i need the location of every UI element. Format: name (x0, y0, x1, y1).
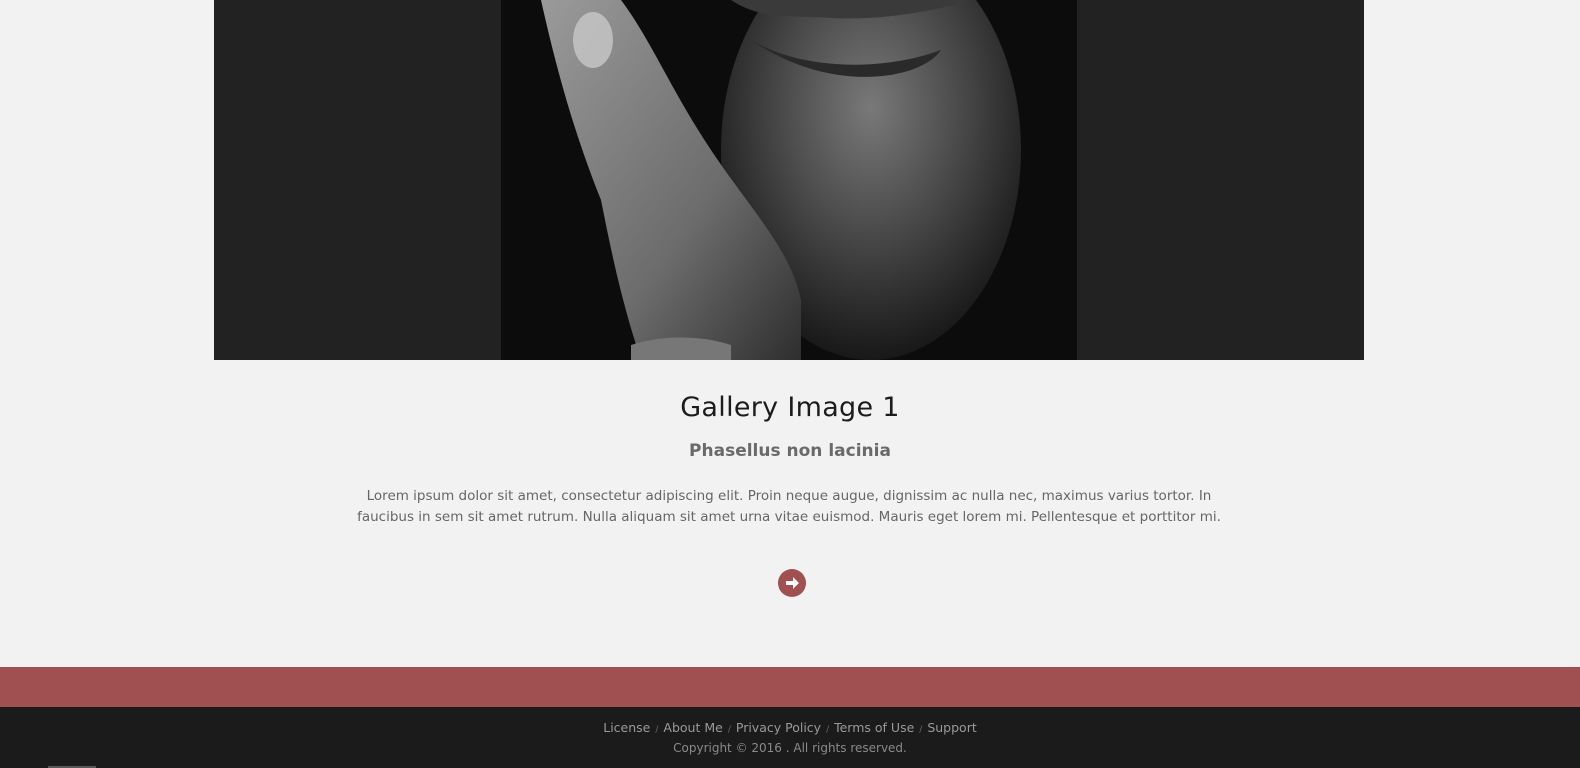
footer-separator: / (826, 725, 830, 735)
gallery-subtitle: Phasellus non lacinia (689, 441, 891, 461)
footer-link-privacy-policy[interactable]: Privacy Policy (736, 720, 821, 735)
gallery-description: Lorem ipsum dolor sit amet, consectetur … (357, 488, 1221, 525)
arrow-circle-right-icon (786, 577, 799, 589)
accent-bar (0, 667, 1580, 707)
footer-link-about-me[interactable]: About Me (663, 720, 722, 735)
footer: License / About Me / Privacy Policy / Terms of… (0, 707, 1580, 768)
gallery-hero (214, 0, 1364, 360)
footer-links: License / About Me / Privacy Policy / Terms of… (0, 720, 1580, 738)
footer-link-support[interactable]: Support (927, 720, 976, 735)
footer-separator: / (655, 725, 659, 735)
footer-separator: / (919, 725, 923, 735)
footer-link-license[interactable]: License (603, 720, 650, 735)
copyright-text: Copyright © 2016 . All rights reserved. (673, 741, 907, 755)
next-button[interactable] (778, 569, 806, 597)
footer-separator: / (727, 725, 731, 735)
gallery-image (501, 0, 1077, 360)
footer-link-terms-of-use[interactable]: Terms of Use (834, 720, 914, 735)
gallery-title: Gallery Image 1 (680, 392, 900, 423)
